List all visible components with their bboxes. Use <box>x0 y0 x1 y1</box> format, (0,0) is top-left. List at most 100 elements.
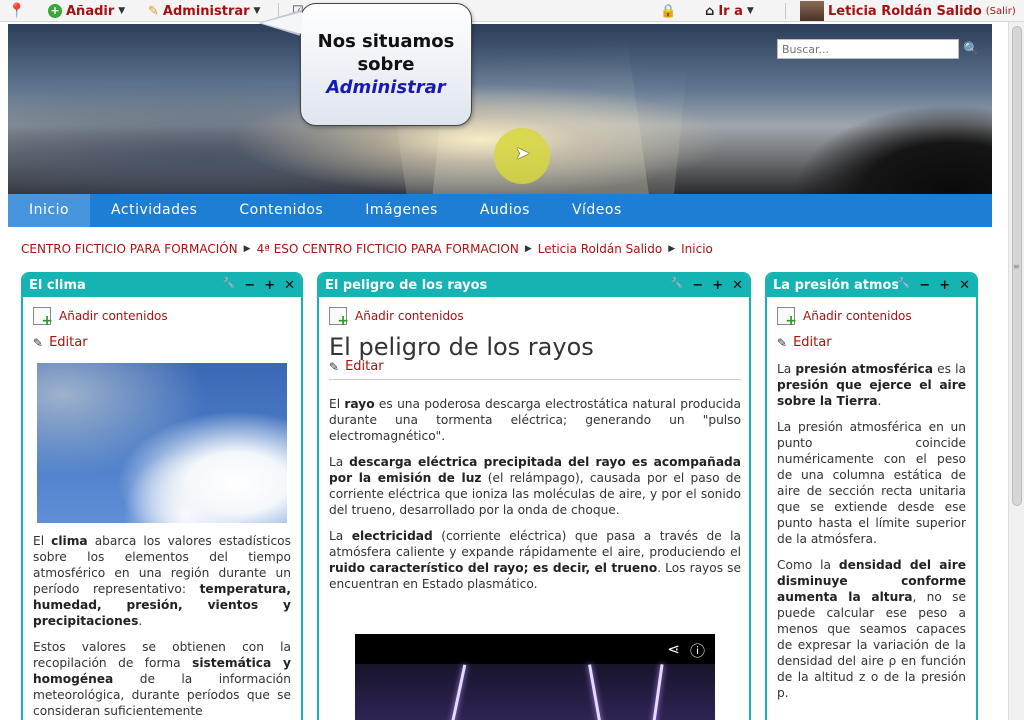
lock-icon[interactable]: 🔒 <box>660 2 676 20</box>
add-content-label: Añadir contenidos <box>59 309 168 323</box>
wrench-icon[interactable]: 🔧 <box>671 278 683 293</box>
bold-text: clima <box>51 534 88 548</box>
share-icon[interactable]: ⋖ <box>667 640 680 661</box>
minimize-icon[interactable]: − <box>919 278 930 293</box>
home-icon: ⌂ <box>705 3 715 19</box>
block-header: El clima 🔧 − + ✕ <box>23 274 301 297</box>
breadcrumb-arrow-icon: ▶ <box>243 244 251 254</box>
search-icon[interactable]: 🔍 <box>963 42 979 57</box>
plus-icon[interactable]: + <box>264 278 275 293</box>
nav-item-actividades[interactable]: Actividades <box>90 194 218 227</box>
logout-link[interactable]: (Salir) <box>986 6 1016 17</box>
lightning-video[interactable]: ⋖ ⓘ <box>355 634 715 720</box>
wrench-icon[interactable]: 🔧 <box>223 278 235 293</box>
trees-silhouette <box>792 104 992 194</box>
breadcrumb-item[interactable]: 4ª ESO CENTRO FICTICIO PARA FORMACION <box>257 242 519 256</box>
edit-link[interactable]: ✎ Editar <box>777 335 966 351</box>
bold-text: presión atmosférica <box>795 362 933 376</box>
breadcrumb-item[interactable]: Inicio <box>681 242 713 256</box>
pin-icon[interactable]: 📍 <box>8 2 25 20</box>
breadcrumb: CENTRO FICTICIO PARA FORMACIÓN ▶ 4ª ESO … <box>21 242 713 256</box>
block-presion: La presión atmosférica 🔧 − + ✕ Añadir co… <box>765 272 978 720</box>
bold-text: electricidad <box>351 529 433 543</box>
video-icons: ⋖ ⓘ <box>667 640 705 661</box>
block-tools: 🔧 − + ✕ <box>223 278 295 293</box>
minimize-icon[interactable]: − <box>244 278 255 293</box>
add-content-label: Añadir contenidos <box>355 309 464 323</box>
lightning-bolt <box>446 664 467 720</box>
block-title: El clima <box>29 278 86 293</box>
edit-label: Editar <box>345 359 384 374</box>
add-menu-label: Añadir <box>66 3 115 19</box>
add-content-link[interactable]: Añadir contenidos <box>777 307 966 329</box>
nav-item-videos[interactable]: Vídeos <box>551 194 643 227</box>
plus-icon[interactable]: + <box>712 278 723 293</box>
paragraph: La descarga eléctrica precipitada del ra… <box>329 454 741 518</box>
edit-link[interactable]: ✎ Editar <box>329 359 741 375</box>
text: Como la <box>777 558 839 572</box>
add-circle-icon: + <box>48 4 62 18</box>
close-icon[interactable]: ✕ <box>284 278 295 293</box>
nav-item-imagenes[interactable]: Imágenes <box>344 194 459 227</box>
text: El <box>33 534 52 548</box>
sky-clouds-image <box>37 363 287 523</box>
video-toolbar <box>355 634 715 664</box>
add-content-link[interactable]: Añadir contenidos <box>33 307 291 329</box>
chevron-down-icon: ▼ <box>746 6 754 16</box>
edit-icon: ✎ <box>33 336 44 350</box>
plus-icon[interactable]: + <box>939 278 950 293</box>
block-title: El peligro de los rayos <box>325 278 488 293</box>
tutorial-callout: Nos situamos sobre Administrar <box>300 3 472 126</box>
goto-menu[interactable]: ⌂ Ir a ▼ <box>705 2 754 20</box>
breadcrumb-item[interactable]: Leticia Roldán Salido <box>538 242 662 256</box>
text: es una poderosa descarga electrostática … <box>329 397 741 443</box>
callout-highlight: Administrar <box>326 77 446 98</box>
chevron-down-icon: ▼ <box>118 6 126 16</box>
admin-menu[interactable]: ✎ Administrar ▼ <box>148 2 260 20</box>
divider <box>329 379 741 380</box>
minimize-icon[interactable]: − <box>692 278 703 293</box>
breadcrumb-item[interactable]: CENTRO FICTICIO PARA FORMACIÓN <box>21 242 238 256</box>
lightning-bolt <box>649 664 664 720</box>
callout-line: sobre <box>357 54 415 75</box>
block-body: Añadir contenidos El peligro de los rayo… <box>319 297 749 600</box>
add-content-icon <box>329 307 349 329</box>
breadcrumb-arrow-icon: ▶ <box>524 244 532 254</box>
add-content-icon <box>33 307 53 329</box>
close-icon[interactable]: ✕ <box>732 278 743 293</box>
mouse-cursor-icon: ➤ <box>515 143 531 164</box>
nav-item-contenidos[interactable]: Contenidos <box>218 194 344 227</box>
wrench-icon[interactable]: 🔧 <box>898 278 910 293</box>
vertical-scrollbar[interactable]: ≡ <box>1008 22 1024 720</box>
search-input[interactable] <box>777 39 959 59</box>
callout-tail-inner <box>261 12 302 34</box>
add-content-label: Añadir contenidos <box>803 309 912 323</box>
text: La <box>329 529 352 543</box>
nav-item-audios[interactable]: Audios <box>459 194 551 227</box>
block-body: Añadir contenidos ✎ Editar La presión at… <box>767 297 976 709</box>
avatar <box>800 1 824 21</box>
close-icon[interactable]: ✕ <box>959 278 970 293</box>
text: . <box>138 614 143 628</box>
admin-toolbar: 📍 + Añadir ▼ ✎ Administrar ▼ ☑ 🔒 ⌂ Ir a … <box>0 0 1024 22</box>
admin-menu-label: Administrar <box>162 3 250 19</box>
info-icon[interactable]: ⓘ <box>690 640 705 661</box>
add-content-link[interactable]: Añadir contenidos <box>329 307 741 329</box>
add-menu[interactable]: + Añadir ▼ <box>48 2 125 20</box>
paragraph: La presión atmosférica es la presión que… <box>777 361 966 409</box>
paragraph: El rayo es una poderosa descarga electro… <box>329 396 741 444</box>
bold-text: ruido característico del rayo; es decir,… <box>329 561 658 575</box>
nav-item-inicio[interactable]: Inicio <box>8 194 91 227</box>
main-nav: Inicio Actividades Contenidos Imágenes A… <box>8 194 992 227</box>
bold-text: presión que ejerce el aire sobre la Tier… <box>777 378 966 408</box>
edit-link[interactable]: ✎ Editar <box>33 335 291 351</box>
block-tools: 🔧 − + ✕ <box>898 278 970 293</box>
block-clima: El clima 🔧 − + ✕ Añadir contenidos ✎ Edi… <box>21 272 303 720</box>
edit-icon: ✎ <box>329 360 340 374</box>
edit-label: Editar <box>49 335 88 350</box>
user-menu[interactable]: Leticia Roldán Salido (Salir) <box>800 1 1016 21</box>
block-rayos: El peligro de los rayos 🔧 − + ✕ Añadir c… <box>317 272 751 720</box>
edit-label: Editar <box>793 335 832 350</box>
search-box: 🔍 <box>777 39 979 59</box>
block-body: Añadir contenidos ✎ Editar El clima abar… <box>23 297 301 720</box>
